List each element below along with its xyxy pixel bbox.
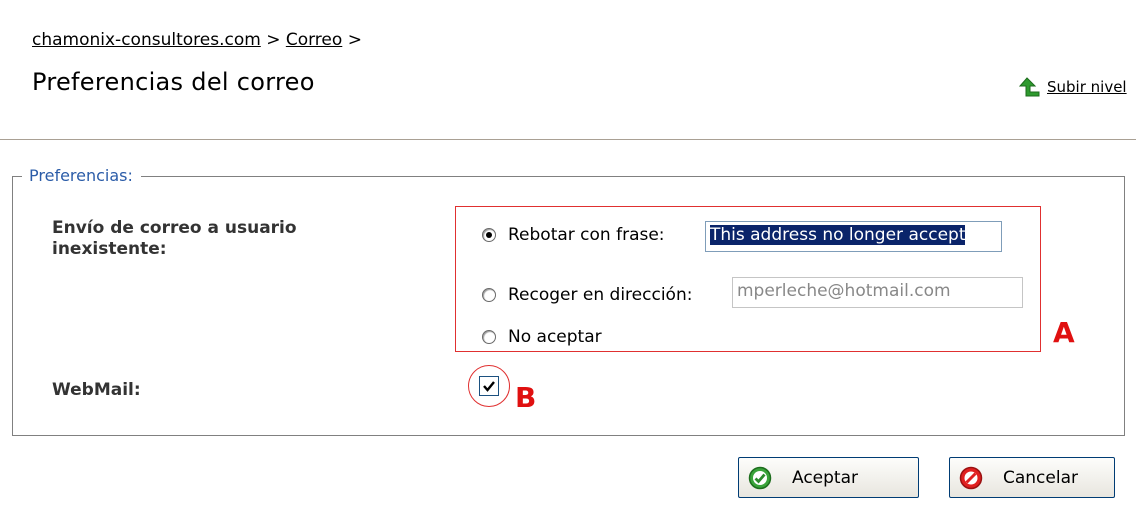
annotation-marker-a: A: [1053, 316, 1075, 349]
option-bounce-row: Rebotar con frase:: [482, 225, 665, 245]
preferences-legend: Preferencias:: [22, 166, 141, 185]
cancel-icon: [959, 466, 983, 489]
up-level-link[interactable]: Subir nivel: [1017, 76, 1127, 98]
forward-address-input[interactable]: mperleche@hotmail.com: [732, 277, 1023, 308]
accept-button[interactable]: Aceptar: [738, 457, 919, 498]
breadcrumb: chamonix-consultores.com > Correo >: [32, 30, 362, 50]
page-title: Preferencias del correo: [32, 68, 315, 96]
bounce-radio[interactable]: [482, 228, 496, 242]
forward-label: Recoger en dirección:: [508, 285, 693, 305]
reject-radio[interactable]: [482, 330, 496, 344]
bounce-phrase-value: This address no longer accept: [710, 225, 966, 245]
breadcrumb-separator: >: [266, 30, 281, 50]
up-arrow-icon: [1018, 77, 1040, 97]
checkmark-icon: [483, 381, 495, 392]
nonexistent-user-label: Envío de correo a usuario inexistente:: [52, 218, 297, 259]
breadcrumb-separator: >: [347, 30, 362, 50]
accept-button-label: Aceptar: [792, 467, 858, 488]
option-reject-row: No aceptar: [482, 327, 602, 347]
cancel-button-label: Cancelar: [1003, 467, 1078, 488]
option-forward-row: Recoger en dirección:: [482, 285, 692, 305]
up-level-label[interactable]: Subir nivel: [1047, 78, 1127, 96]
bounce-phrase-input[interactable]: This address no longer accept: [705, 221, 1002, 252]
forward-address-value: mperleche@hotmail.com: [737, 281, 951, 301]
divider: [0, 139, 1136, 140]
check-circle-icon: [748, 466, 772, 489]
webmail-checkbox[interactable]: [479, 376, 499, 396]
annotation-marker-b: B: [515, 381, 537, 414]
breadcrumb-link-correo[interactable]: Correo: [286, 30, 342, 50]
bounce-label: Rebotar con frase:: [508, 225, 665, 245]
reject-label: No aceptar: [508, 327, 602, 347]
webmail-label: WebMail:: [52, 380, 141, 400]
forward-radio[interactable]: [482, 288, 496, 302]
cancel-button[interactable]: Cancelar: [949, 457, 1115, 498]
breadcrumb-link-domain[interactable]: chamonix-consultores.com: [32, 30, 261, 50]
